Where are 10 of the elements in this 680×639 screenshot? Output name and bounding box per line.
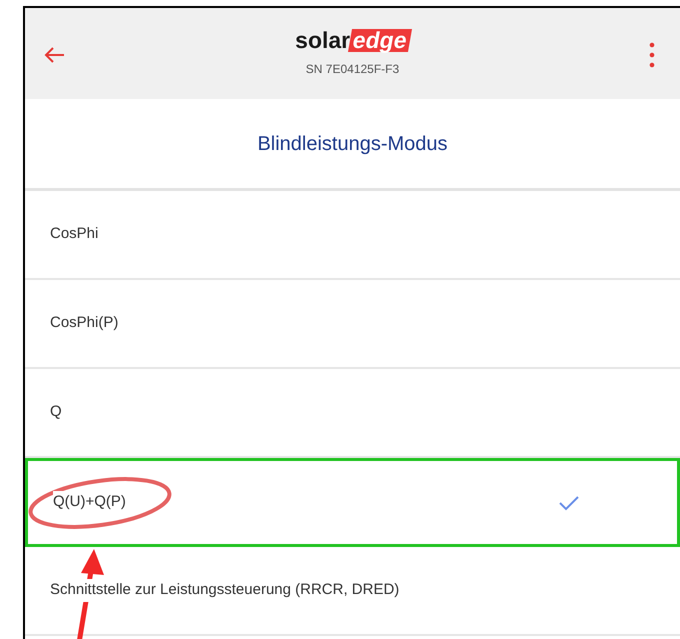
logo: solaredge bbox=[295, 29, 410, 52]
serial-number: SN 7E04125F-F3 bbox=[306, 61, 400, 78]
list-item[interactable]: CosPhi bbox=[25, 191, 680, 280]
list-item[interactable]: Schnittstelle zur Leistungssteuerung (RRCR, DRED) bbox=[25, 547, 680, 636]
more-menu-icon[interactable] bbox=[649, 42, 655, 68]
list-item[interactable]: Q bbox=[25, 369, 680, 458]
back-arrow-icon[interactable] bbox=[43, 46, 65, 64]
list-item[interactable]: Q(U)+Q(P) bbox=[25, 458, 680, 547]
page-title: Blindleistungs-Modus bbox=[257, 132, 448, 156]
list-item[interactable]: CosPhi(P) bbox=[25, 280, 680, 369]
